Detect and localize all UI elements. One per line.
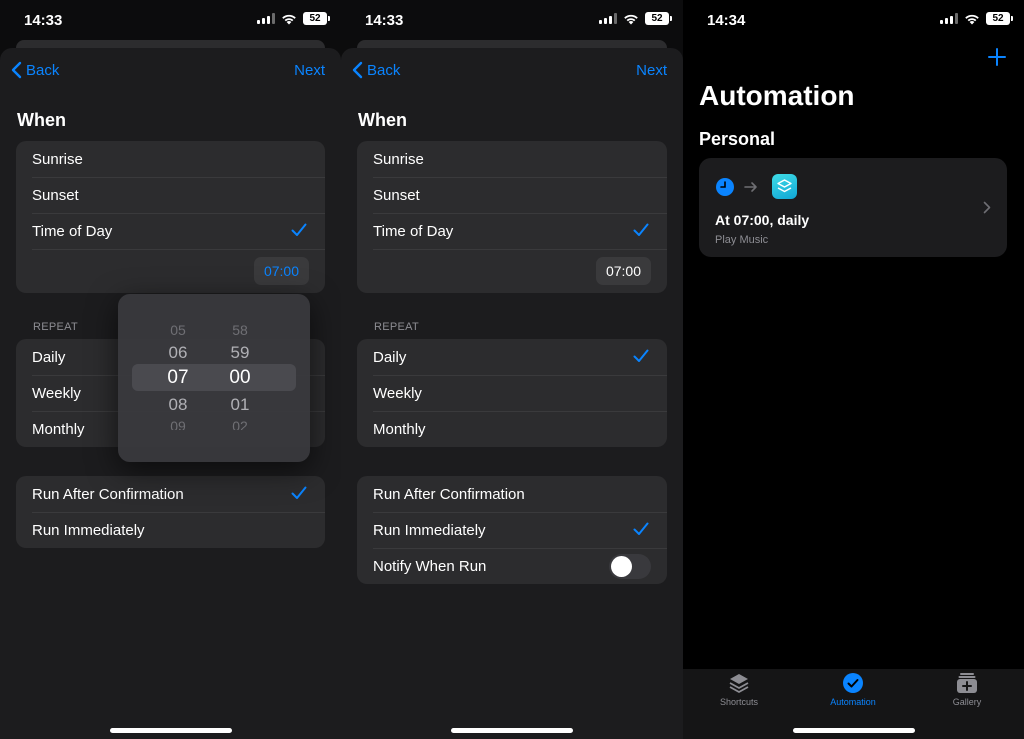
hour-value-selected: 07 (167, 367, 189, 388)
page-title: Automation (699, 80, 855, 111)
cellular-signal-icon (599, 13, 617, 24)
cellular-signal-icon (940, 13, 958, 24)
option-run-after-confirmation[interactable]: Run After Confirmation (16, 476, 325, 512)
run-options-group: Run After Confirmation Run Immediately N… (357, 476, 667, 584)
arrow-right-icon (744, 182, 757, 192)
checkmark-icon (633, 349, 649, 362)
repeat-section-label: REPEAT (374, 321, 419, 333)
run-options-group: Run After Confirmation Run Immediately (16, 476, 325, 548)
option-notify-when-run: Notify When Run (357, 548, 667, 584)
automation-clock-icon (843, 673, 863, 693)
when-options-group: Sunrise Sunset Time of Day 07:00 (16, 141, 325, 293)
home-indicator (109, 728, 232, 733)
next-button[interactable]: Next (294, 62, 325, 79)
option-sunrise[interactable]: Sunrise (357, 141, 667, 177)
hour-value: 05 (170, 322, 186, 338)
option-sunrise[interactable]: Sunrise (16, 141, 325, 177)
notify-toggle[interactable] (609, 554, 651, 579)
home-indicator (451, 728, 573, 733)
minute-value: 02 (232, 418, 248, 430)
option-daily[interactable]: Daily (357, 339, 667, 375)
battery-icon: 52 (303, 12, 330, 25)
status-time: 14:33 (24, 12, 63, 29)
status-time: 14:33 (365, 12, 404, 29)
tab-shortcuts[interactable]: Shortcuts (699, 671, 779, 707)
option-time-of-day[interactable]: Time of Day (16, 213, 325, 249)
wifi-icon (624, 14, 638, 24)
shortcuts-app-icon (772, 174, 797, 199)
automation-subtitle: Play Music (715, 234, 769, 246)
option-sunset[interactable]: Sunset (16, 177, 325, 213)
section-heading: Personal (699, 129, 776, 149)
repeat-section-label: REPEAT (33, 321, 78, 333)
wifi-icon (965, 14, 979, 24)
hour-value: 06 (168, 343, 188, 362)
time-row: 07:00 (357, 249, 667, 293)
add-automation-icon[interactable] (988, 48, 1006, 66)
automation-card[interactable]: At 07:00, daily Play Music (699, 158, 1007, 257)
when-options-group: Sunrise Sunset Time of Day 07:00 (357, 141, 667, 293)
layers-icon (729, 674, 749, 693)
automation-title: At 07:00, daily (715, 212, 810, 228)
tab-automation[interactable]: Automation (813, 671, 893, 707)
screen-time-picker: 14:33 52 Back Next When Sunrise Sunset T… (0, 0, 341, 739)
option-time-of-day[interactable]: Time of Day (357, 213, 667, 249)
gallery-icon (957, 673, 977, 693)
tab-label: Automation (830, 697, 876, 707)
battery-icon: 52 (986, 12, 1013, 25)
tab-label: Gallery (952, 697, 982, 707)
next-button[interactable]: Next (636, 62, 667, 79)
status-bar: 14:33 52 (341, 0, 683, 40)
status-bar: 14:33 52 (0, 0, 341, 40)
minute-value-selected: 00 (229, 367, 251, 388)
time-button[interactable]: 07:00 (253, 257, 309, 285)
option-weekly[interactable]: Weekly (357, 375, 667, 411)
status-bar: 14:34 52 (683, 0, 1024, 40)
clock-icon (716, 178, 734, 196)
chevron-right-icon (983, 201, 991, 214)
minute-value: 59 (230, 343, 250, 362)
tab-gallery[interactable]: Gallery (927, 671, 1007, 707)
minute-value: 01 (230, 395, 250, 414)
checkmark-icon (291, 486, 307, 499)
option-sunset[interactable]: Sunset (357, 177, 667, 213)
screen-when-options: 14:33 52 Back Next When Sunrise Sunset T… (341, 0, 683, 739)
chevron-left-icon (11, 61, 22, 79)
repeat-options-group: Daily Weekly Monthly (357, 339, 667, 447)
back-button[interactable]: Back (351, 61, 400, 79)
back-label: Back (26, 61, 60, 79)
checkmark-icon (291, 223, 307, 236)
minute-value: 58 (232, 322, 248, 338)
hour-value: 09 (170, 418, 186, 430)
chevron-left-icon (352, 61, 363, 79)
option-run-immediately[interactable]: Run Immediately (16, 512, 325, 548)
checkmark-icon (633, 522, 649, 535)
tab-label: Shortcuts (719, 697, 759, 707)
back-label: Back (367, 61, 401, 79)
status-time: 14:34 (707, 12, 746, 29)
when-heading: When (358, 110, 407, 130)
home-indicator (792, 728, 915, 733)
screen-automation-list: 14:34 52 Automation Personal At 07:00, d… (683, 0, 1024, 739)
time-button[interactable]: 07:00 (595, 257, 651, 285)
when-heading: When (17, 110, 66, 130)
hour-value: 08 (168, 395, 188, 414)
time-picker-wheel[interactable]: 05 06 07 08 09 58 59 00 01 02 (118, 294, 310, 462)
wifi-icon (282, 14, 296, 24)
back-button[interactable]: Back (10, 61, 59, 79)
battery-icon: 52 (645, 12, 672, 25)
option-monthly[interactable]: Monthly (357, 411, 667, 447)
cellular-signal-icon (257, 13, 275, 24)
time-row: 07:00 (16, 249, 325, 293)
option-run-after-confirmation[interactable]: Run After Confirmation (357, 476, 667, 512)
checkmark-icon (633, 223, 649, 236)
option-run-immediately[interactable]: Run Immediately (357, 512, 667, 548)
